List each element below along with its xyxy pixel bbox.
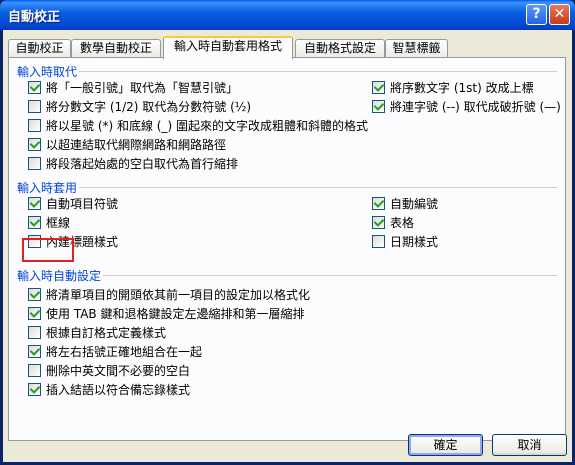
dialog-body: 自動校正 數學自動校正 輸入時自動套用格式 自動格式設定 智慧標籤 輸入時取代 …	[3, 30, 572, 462]
group-title-replace: 輸入時取代	[17, 65, 78, 79]
group-title-auto: 輸入時自動設定	[17, 269, 102, 283]
checkbox[interactable]	[28, 138, 41, 151]
title-bar[interactable]: 自動校正 ? ✕	[0, 0, 575, 30]
help-button[interactable]: ?	[526, 4, 547, 25]
cancel-button[interactable]: 取消	[492, 434, 567, 456]
highlight-frame	[22, 238, 74, 262]
checkbox[interactable]	[28, 119, 41, 132]
checkbox[interactable]	[28, 81, 41, 94]
ok-button[interactable]: 確定	[408, 434, 483, 456]
checkbox[interactable]	[372, 100, 385, 113]
group-divider	[79, 187, 557, 188]
checkbox[interactable]	[28, 364, 41, 377]
tab-panel: 輸入時取代 將「一般引號」取代為「智慧引號」 將分數文字 (1/2) 取代為分數…	[8, 57, 566, 441]
window-title: 自動校正	[8, 10, 61, 25]
checkbox[interactable]	[28, 383, 41, 396]
tab-smart-tags[interactable]: 智慧標籤	[385, 39, 448, 57]
tab-strip: 自動校正 數學自動校正 輸入時自動套用格式 自動格式設定 智慧標籤	[8, 36, 568, 59]
tab-math-autocorrect[interactable]: 數學自動校正	[71, 39, 161, 57]
autocorrect-dialog: 自動校正 ? ✕ 自動校正 數學自動校正 輸入時自動套用格式 自動格式設定 智慧…	[0, 0, 575, 465]
tab-autocorrect[interactable]: 自動校正	[8, 39, 71, 57]
group-divider	[79, 71, 557, 72]
checkbox[interactable]	[28, 345, 41, 358]
tab-autoformat-as-you-type[interactable]: 輸入時自動套用格式	[163, 36, 293, 59]
checkbox[interactable]	[28, 157, 41, 170]
checkbox[interactable]	[28, 307, 41, 320]
close-button[interactable]: ✕	[549, 4, 570, 25]
checkbox[interactable]	[372, 235, 385, 248]
checkbox[interactable]	[28, 326, 41, 339]
group-title-apply: 輸入時套用	[17, 181, 78, 195]
checkbox[interactable]	[28, 197, 41, 210]
checkbox[interactable]	[28, 100, 41, 113]
checkbox[interactable]	[28, 216, 41, 229]
checkbox[interactable]	[372, 81, 385, 94]
tab-autoformat[interactable]: 自動格式設定	[295, 39, 385, 57]
checkbox[interactable]	[372, 216, 385, 229]
group-divider	[103, 275, 557, 276]
checkbox[interactable]	[28, 288, 41, 301]
checkbox[interactable]	[372, 197, 385, 210]
